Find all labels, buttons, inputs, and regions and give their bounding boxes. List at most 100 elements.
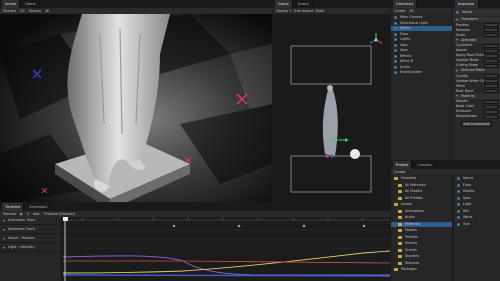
project-asset-item[interactable]: Wave <box>454 215 500 220</box>
hierarchy-item[interactable]: Spot <box>391 43 452 48</box>
scene-viewport[interactable] <box>0 14 272 202</box>
inspector-section-header[interactable]: Transform <box>453 17 500 22</box>
project-folder-item[interactable]: Shaders <box>391 254 452 259</box>
hierarchy-item[interactable]: Venus <box>391 26 452 31</box>
expand-triangle-icon[interactable] <box>456 39 458 41</box>
tab-game-view[interactable]: Game <box>275 0 293 8</box>
shading-mode-dropdown[interactable]: Shaded <box>3 9 16 13</box>
folder-icon <box>398 229 402 232</box>
inspector-property-field[interactable] <box>484 114 498 119</box>
inspector-property-field[interactable] <box>484 74 498 78</box>
tab-animation[interactable]: Animation <box>26 203 52 211</box>
tab-inspector[interactable]: Inspector <box>455 0 479 8</box>
tab-scene[interactable]: Scene <box>2 0 20 8</box>
expand-triangle-icon[interactable] <box>456 18 458 21</box>
project-create-button[interactable]: Create <box>394 170 405 174</box>
hierarchy-item[interactable]: EventSystem <box>391 70 452 75</box>
game-view[interactable]: Game Scene Display 1 Free Aspect Stats <box>273 0 390 202</box>
track-expand-icon[interactable] <box>3 219 5 222</box>
scene-view[interactable]: Scene Game Shaded 2D Gizmos All <box>0 0 272 202</box>
hierarchy-item[interactable]: Lights <box>391 37 452 42</box>
project-folder-item[interactable]: All Materials <box>391 183 452 188</box>
hierarchy-item[interactable]: Main Camera <box>391 15 452 20</box>
timeline-track[interactable]: Light : Intensity <box>0 244 61 252</box>
scene-search-field[interactable]: All <box>45 9 49 13</box>
timeline-track[interactable]: Animation Track <box>0 217 61 225</box>
inspector-property-field[interactable] <box>484 84 498 88</box>
tab-project[interactable]: Project <box>393 161 413 169</box>
hierarchy-item[interactable]: Floor <box>391 32 452 37</box>
inspector-section-header[interactable]: Material <box>453 93 500 99</box>
play-icon[interactable]: ▶ <box>20 212 23 216</box>
hierarchy-search-input[interactable]: All <box>409 9 413 13</box>
project-folder-item[interactable]: Animations <box>391 209 452 214</box>
inspector-property-field[interactable] <box>484 99 498 104</box>
tab-console[interactable]: Console <box>414 161 436 169</box>
project-folder-item[interactable]: Scripts <box>391 248 452 253</box>
hierarchy-item[interactable]: Effects <box>391 54 452 59</box>
project-folder-item[interactable]: Materials <box>391 221 452 227</box>
project-file-list: Venus Floor Marble Spot Light Idle Wave Turn <box>454 176 500 281</box>
inspector-property-field[interactable] <box>484 33 498 37</box>
inspector-property-field[interactable] <box>484 104 498 109</box>
hierarchy-item[interactable]: Spot <box>391 48 452 53</box>
project-asset-item[interactable]: Floor <box>454 183 500 188</box>
gizmos-dropdown[interactable]: Gizmos <box>29 9 42 13</box>
project-asset-item[interactable]: Venus <box>454 176 500 181</box>
track-expand-icon[interactable] <box>3 237 5 240</box>
hierarchy-item[interactable]: Effect B <box>391 59 452 64</box>
timeline-track[interactable]: Activation Track <box>0 226 61 234</box>
inspector-property-field[interactable] <box>484 79 498 83</box>
preview-button[interactable]: Preview <box>3 212 16 216</box>
project-folder-item[interactable]: Scenes <box>391 241 452 246</box>
project-asset-item[interactable]: Marble <box>454 189 500 194</box>
tab-scene-view[interactable]: Scene <box>295 0 313 8</box>
inspector-section-header[interactable]: Animator <box>453 37 500 43</box>
expand-triangle-icon[interactable] <box>456 95 458 97</box>
project-folder-item[interactable]: Assets <box>391 202 452 207</box>
inspector-property-field[interactable] <box>484 23 498 27</box>
expand-triangle-icon[interactable] <box>456 69 458 72</box>
project-asset-item[interactable]: Idle <box>454 209 500 214</box>
display-dropdown[interactable]: Display 1 <box>276 9 292 13</box>
timeline-track[interactable]: Venus : Position <box>0 235 61 243</box>
inspector-property-field[interactable] <box>484 109 498 114</box>
hierarchy-item[interactable]: Directional Light <box>391 21 452 26</box>
project-folder-item[interactable]: Prefabs <box>391 235 452 240</box>
tab-hierarchy[interactable]: Hierarchy <box>393 0 418 8</box>
project-folder-item[interactable]: Favorites <box>391 176 452 181</box>
project-folder-item[interactable]: Models <box>391 228 452 233</box>
project-folder-item[interactable]: Packages <box>391 267 452 272</box>
hierarchy-item-label: Effect B <box>400 59 414 63</box>
inspector-property-field[interactable] <box>484 53 498 58</box>
curve-editor[interactable] <box>63 217 390 281</box>
project-folder-item[interactable]: All Prefabs <box>391 196 452 201</box>
inspector-property-field[interactable] <box>484 48 498 53</box>
inspector-section-header[interactable]: Skinned Mesh <box>453 68 500 73</box>
object-name-field[interactable]: Venus <box>462 10 472 15</box>
inspector-property-field[interactable] <box>484 63 498 68</box>
track-expand-icon[interactable] <box>3 246 5 249</box>
inspector-property-field[interactable] <box>484 43 498 48</box>
track-list: Animation Track Activation Track Venus : P… <box>0 217 62 281</box>
project-folder-item[interactable]: Textures <box>391 261 452 266</box>
toggle-2d-button[interactable]: 2D <box>20 9 25 13</box>
tab-game[interactable]: Game <box>22 0 40 8</box>
hierarchy-item[interactable]: Audio <box>391 65 452 70</box>
stats-toggle[interactable]: Stats <box>316 9 325 13</box>
project-asset-item[interactable]: Turn <box>454 222 500 227</box>
project-folder-item[interactable]: Audio <box>391 215 452 220</box>
add-track-button[interactable]: Add <box>33 212 40 216</box>
frame-field[interactable]: 0 <box>27 212 29 216</box>
hierarchy-create-button[interactable]: Create <box>394 9 405 13</box>
inspector-property-field[interactable] <box>484 58 498 63</box>
add-component-button[interactable]: Add Component <box>461 121 492 127</box>
tab-timeline[interactable]: Timeline <box>2 203 25 211</box>
aspect-dropdown[interactable]: Free Aspect <box>294 9 314 13</box>
project-asset-item[interactable]: Spot <box>454 196 500 201</box>
inspector-property-field[interactable] <box>484 89 498 93</box>
track-expand-icon[interactable] <box>3 228 5 231</box>
project-asset-item[interactable]: Light <box>454 202 500 207</box>
inspector-property-field[interactable] <box>484 28 498 32</box>
project-folder-item[interactable]: All Models <box>391 189 452 194</box>
